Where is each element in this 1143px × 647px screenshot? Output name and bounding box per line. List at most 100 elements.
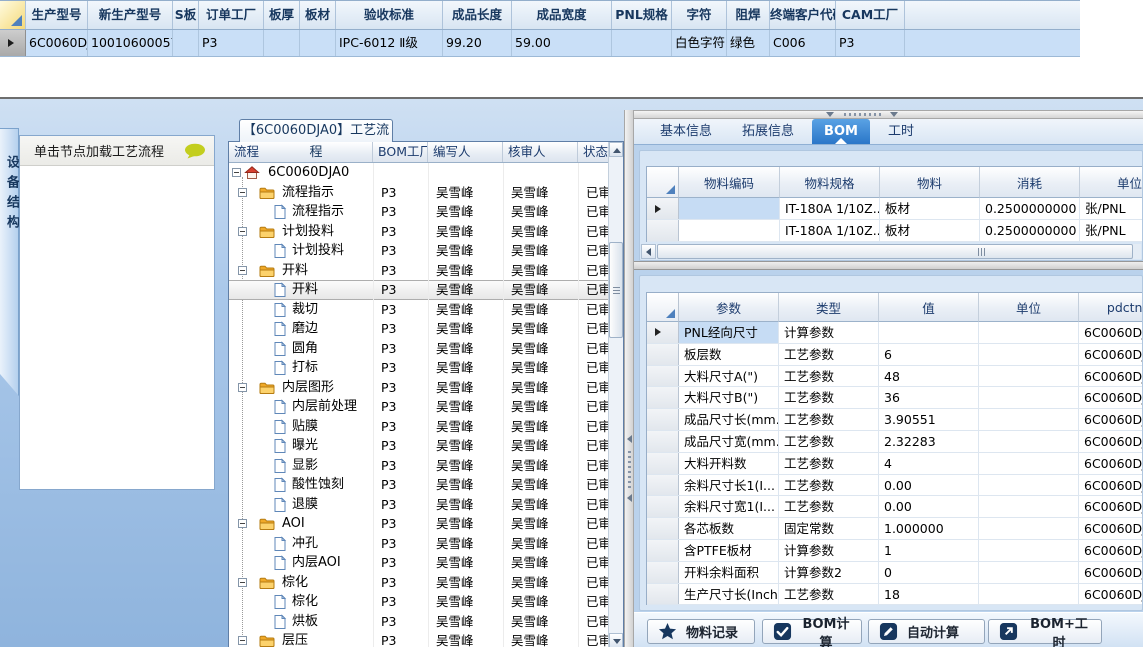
cell-material[interactable]: 板材 [880,198,980,219]
order-grid-cell[interactable]: 59.00 [512,30,612,56]
flow-tree-row[interactable]: 内层AOI P3 吴雪峰 吴雪峰 已审核 [229,553,608,573]
flow-tree-row[interactable]: 计划投料 P3 吴雪峰 吴雪峰 已审核 [229,221,608,242]
tree-node-label[interactable]: 退膜 [292,495,318,515]
flow-tree-row[interactable]: 圆角 P3 吴雪峰 吴雪峰 已审核 [229,338,608,359]
order-grid-column-header[interactable]: 验收标准 [336,1,443,29]
order-grid-cell[interactable]: 6C0060DJA0 [26,30,88,56]
cell-param-value[interactable]: 4 [879,452,979,474]
flow-tree-row[interactable]: 打标 P3 吴雪峰 吴雪峰 已审核 [229,358,608,378]
param-table-row[interactable]: 大料开料数 工艺参数 4 6C0060DJA0 [647,452,1142,475]
cell-param-type[interactable]: 工艺参数 [779,365,879,387]
param-table-row[interactable]: 余料尺寸宽1(I... 工艺参数 0.00 6C0060DJA0 [647,496,1142,519]
cell-param-name[interactable]: 余料尺寸宽1(I... [679,496,779,518]
tree-node-label[interactable]: 打标 [292,358,318,378]
cell-param-name[interactable]: 成品尺寸长(mm... [679,409,779,430]
cell-param-value[interactable]: 36 [879,387,979,409]
order-grid-cell[interactable]: 10010600057226 [88,30,173,56]
flow-tree-row[interactable]: 显影 P3 吴雪峰 吴雪峰 已审核 [229,455,608,475]
vertical-splitter[interactable] [624,110,634,647]
param-column-header[interactable]: 参数 [679,293,779,322]
cell-param-unit[interactable] [979,409,1079,430]
param-column-header[interactable]: pdctno [1079,293,1142,322]
tree-expander-icon[interactable] [232,168,241,177]
sidebar-tab-device-structure[interactable]: 设备结构 [0,128,19,396]
scrollbar-thumb[interactable] [657,244,1133,259]
cell-param-value[interactable]: 1.000000 [879,518,979,539]
tree-node-label[interactable]: 圆角 [292,339,318,359]
bom-hours-button[interactable]: BOM+工时 [988,617,1102,647]
flow-tree-row[interactable]: 曝光 P3 吴雪峰 吴雪峰 已审核 [229,436,608,456]
cell-consumption[interactable]: 0.2500000000 [980,198,1080,219]
order-grid-column-header[interactable]: 生产型号 [26,1,88,29]
flow-column-header[interactable]: 核审人 [503,142,578,162]
cell-param-type[interactable]: 工艺参数 [779,343,879,365]
cell-param-type[interactable]: 工艺参数 [779,452,879,474]
order-grid-column-header[interactable]: 成品长度 [443,1,512,29]
cell-param-type[interactable]: 工艺参数 [779,387,879,409]
flow-tree-row[interactable]: 流程指示 P3 吴雪峰 吴雪峰 已审核 [229,182,608,203]
flow-tree-row[interactable]: 裁切 P3 吴雪峰 吴雪峰 已审核 [229,299,608,320]
cell-material-code[interactable] [679,198,780,219]
tree-node-label[interactable]: 曝光 [292,436,318,456]
cell-unit[interactable]: 张/PNL [1080,220,1142,241]
cell-param-name[interactable]: 大料开料数 [679,452,779,474]
scroll-left-button[interactable] [641,244,656,259]
cell-param-name[interactable]: 成品尺寸宽(mm... [679,430,779,452]
detail-tab[interactable]: 工时 [876,119,926,144]
param-table-row[interactable]: 大料尺寸A(") 工艺参数 48 6C0060DJA0 [647,365,1142,388]
cell-param-unit[interactable] [979,561,1079,583]
flow-column-header[interactable]: BOM工厂 [373,142,428,162]
flow-vertical-scrollbar[interactable] [608,142,623,647]
detail-tab[interactable]: 拓展信息 [730,119,806,144]
order-grid-cell[interactable] [264,30,300,56]
param-table-row[interactable]: 含PTFE板材 计算参数 1 6C0060DJA0 [647,539,1142,562]
order-grid-column-header[interactable]: 字符 [672,1,727,29]
cell-param-value[interactable]: 18 [879,583,979,605]
flow-tree-row[interactable]: 退膜 P3 吴雪峰 吴雪峰 已审核 [229,494,608,515]
flow-column-header[interactable]: 编写人 [428,142,503,162]
flow-tree-row[interactable]: 酸性蚀刻 P3 吴雪峰 吴雪峰 已审核 [229,475,608,495]
flow-tree-row[interactable]: 冲孔 P3 吴雪峰 吴雪峰 已审核 [229,533,608,553]
cell-param-unit[interactable] [979,387,1079,409]
order-grid-cell[interactable]: 绿色 [727,30,770,56]
detail-tab[interactable]: 基本信息 [648,119,724,144]
param-table-row[interactable]: 成品尺寸长(mm... 工艺参数 3.90551 6C0060DJA0 [647,409,1142,431]
order-grid-cell[interactable]: C006 [770,30,836,56]
cell-param-unit[interactable] [979,539,1079,561]
flow-tree-row[interactable]: 6C0060DJA0 [229,163,608,183]
cell-param-value[interactable] [879,322,979,343]
cell-param-unit[interactable] [979,365,1079,387]
flow-tree-row[interactable]: AOI P3 吴雪峰 吴雪峰 已审核 [229,514,608,534]
flow-hint-body[interactable] [20,166,214,489]
param-table-row[interactable]: PNL经向尺寸 计算参数 6C0060DJA0 [647,322,1142,344]
flow-tree-row[interactable]: 开料 P3 吴雪峰 吴雪峰 已审核 [229,280,608,300]
tree-node-label[interactable]: 流程指示 [292,202,344,222]
scroll-up-button[interactable] [609,142,623,157]
scroll-down-button[interactable] [609,633,623,647]
cell-pdctno[interactable]: 6C0060DJA0 [1079,584,1142,605]
cell-param-name[interactable]: PNL经向尺寸 [679,322,779,343]
param-table-row[interactable]: 成品尺寸宽(mm... 工艺参数 2.32283 6C0060DJA0 [647,430,1142,453]
cell-param-value[interactable]: 48 [879,365,979,387]
tree-node-label[interactable]: 裁切 [292,300,318,320]
order-grid-cell[interactable]: IPC-6012 Ⅱ级 [336,30,443,56]
bom-column-header[interactable]: 单位 [1080,167,1142,198]
bom-column-header[interactable]: 物料规格 [780,167,880,198]
cell-param-name[interactable]: 板层数 [679,343,779,365]
horizontal-splitter[interactable] [634,110,1143,119]
order-grid-cell[interactable] [300,30,336,56]
cell-material[interactable]: 板材 [880,220,980,241]
cell-pdctno[interactable]: 6C0060DJA0 [1079,409,1142,430]
tree-node-label[interactable]: 计划投料 [282,222,334,242]
cell-pdctno[interactable]: 6C0060DJA0 [1079,518,1142,539]
tree-node-label[interactable]: 内层前处理 [292,397,357,417]
tree-node-label[interactable]: 流程指示 [282,183,334,203]
cell-param-name[interactable]: 开料余料面积 [679,561,779,583]
bom-column-header[interactable]: 消耗 [980,167,1080,198]
flow-column-header[interactable]: 状态 [578,142,609,162]
param-table-row[interactable]: 开料余料面积 计算参数2 0 6C0060DJA0 [647,561,1142,584]
order-grid-cell[interactable]: 白色字符 [672,30,727,56]
order-grid-cell[interactable]: P3 [199,30,264,56]
cell-param-type[interactable]: 固定常数 [779,518,879,539]
cell-param-type[interactable]: 工艺参数 [779,474,879,496]
